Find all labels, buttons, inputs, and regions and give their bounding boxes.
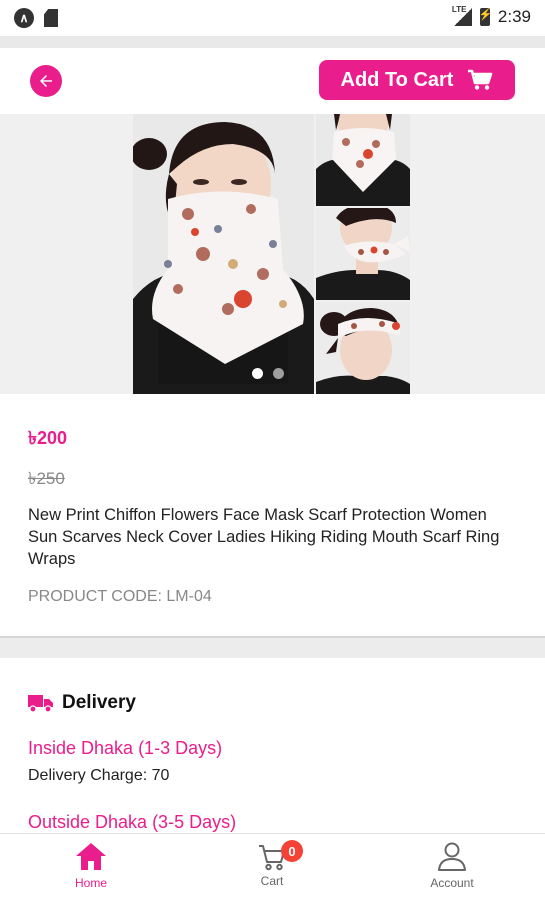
sd-card-icon (44, 9, 58, 27)
delivery-zone-inside-dhaka: Inside Dhaka (1-3 Days) (28, 738, 223, 758)
product-code: PRODUCT CODE: LM-04 (28, 588, 212, 605)
product-title: New Print Chiffon Flowers Face Mask Scar… (28, 506, 500, 568)
nav-cart-label: Cart (260, 874, 284, 888)
product-old-price: ৳250 (28, 469, 65, 488)
status-left: ∧ (14, 8, 58, 28)
product-thumbnail[interactable] (316, 114, 410, 206)
cart-icon (468, 69, 493, 90)
delivery-heading: Delivery (28, 692, 136, 714)
back-button[interactable] (30, 65, 62, 97)
product-thumbnail[interactable] (316, 302, 410, 394)
nav-account-label: Account (430, 876, 474, 890)
add-to-cart-button[interactable]: Add To Cart (319, 60, 515, 100)
carousel-dot-active[interactable] (252, 368, 263, 379)
delivery-zone-outside-dhaka: Outside Dhaka (3-5 Days) (28, 812, 237, 832)
top-divider (0, 36, 545, 48)
add-to-cart-label: Add To Cart (340, 68, 454, 91)
product-main-image[interactable] (133, 114, 314, 394)
nav-home-label: Home (74, 876, 107, 890)
product-price: ৳200 (28, 428, 67, 448)
status-right: LTE 2:39 (451, 5, 531, 27)
product-thumbnail[interactable] (316, 208, 410, 300)
cart-count-badge: 0 (281, 840, 303, 862)
nav-cart[interactable]: 0 Cart (212, 834, 332, 901)
nav-account[interactable]: Account (392, 834, 512, 901)
delivery-heading-text: Delivery (62, 692, 136, 713)
notification-app-icon: ∧ (14, 8, 34, 28)
carousel-indicator (252, 368, 284, 379)
top-app-bar: Add To Cart (0, 48, 545, 114)
delivery-charge: Delivery Charge: 70 (28, 767, 170, 784)
home-icon (76, 843, 106, 870)
battery-charging-icon (479, 8, 493, 26)
status-bar: ∧ LTE 2:39 (0, 0, 545, 36)
truck-icon (28, 695, 53, 713)
network-type: LTE (451, 5, 467, 14)
delivery-section: Delivery Inside Dhaka (1-3 Days) Deliver… (0, 658, 545, 833)
carousel-dot[interactable] (273, 368, 284, 379)
product-image-carousel[interactable] (0, 114, 545, 394)
bottom-navigation: Home 0 Cart Account (0, 833, 545, 901)
signal-icon: LTE (451, 5, 472, 26)
account-icon (438, 842, 466, 871)
clock: 2:39 (497, 7, 531, 26)
arrow-left-icon (40, 75, 52, 87)
nav-home[interactable]: Home (31, 834, 151, 901)
section-divider (0, 636, 545, 658)
